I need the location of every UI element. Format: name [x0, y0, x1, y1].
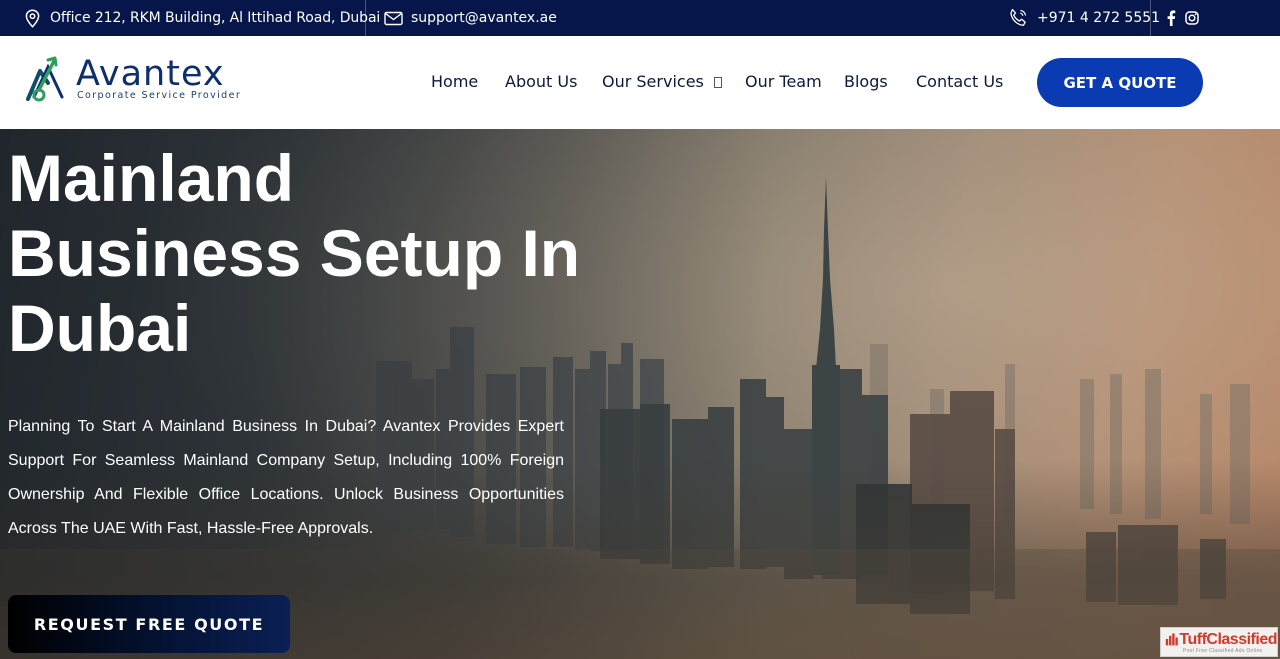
request-free-quote-button[interactable]: REQUEST FREE QUOTE	[8, 595, 290, 653]
top-contact-bar: Office 212, RKM Building, Al Ittihad Roa…	[0, 0, 1280, 36]
site-header: Avantex Corporate Service Provider Home …	[0, 36, 1280, 129]
tuffclassified-watermark[interactable]: TuffClassified Post Free Classified Ads …	[1160, 627, 1278, 657]
map-pin-icon	[24, 8, 41, 28]
hero-title-line: Business Setup In	[8, 216, 581, 290]
hero-title: Mainland Business Setup In Dubai	[8, 141, 628, 366]
hero-description: Planning To Start A Mainland Business In…	[8, 418, 564, 537]
chevron-down-icon	[713, 77, 722, 88]
envelope-icon	[384, 11, 403, 26]
hero-title-line: Dubai	[8, 291, 192, 365]
divider	[1150, 0, 1151, 36]
bar-chart-icon	[1165, 633, 1178, 646]
phone-text[interactable]: +971 4 272 5551	[1037, 10, 1160, 26]
email-link[interactable]: support@avantex.ae	[384, 0, 557, 36]
hero-section: Mainland Business Setup In Dubai Plannin…	[0, 129, 1280, 659]
phone-link[interactable]: +971 4 272 5551	[1008, 0, 1160, 36]
nav-item-about-us[interactable]: About Us	[505, 72, 577, 91]
logo-name: Avantex	[76, 54, 225, 94]
email-text[interactable]: support@avantex.ae	[411, 10, 557, 26]
nav-item-blogs[interactable]: Blogs	[844, 72, 888, 91]
nav-item-home[interactable]: Home	[431, 72, 478, 91]
nav-item-our-services[interactable]: Our Services	[602, 72, 722, 91]
address-text: Office 212, RKM Building, Al Ittihad Roa…	[50, 10, 381, 26]
phone-icon	[1008, 8, 1029, 28]
nav-item-contact-us[interactable]: Contact Us	[916, 72, 1003, 91]
divider	[365, 0, 366, 36]
nav-item-our-team[interactable]: Our Team	[745, 72, 822, 91]
watermark-tagline: Post Free Classified Ads Online	[1183, 647, 1263, 654]
facebook-icon[interactable]	[1166, 10, 1176, 26]
social-links	[1166, 0, 1208, 36]
logo-mark-icon	[26, 56, 64, 102]
nav-item-label: Our Services	[602, 72, 704, 91]
hero-title-line: Mainland	[8, 141, 295, 215]
site-logo[interactable]: Avantex Corporate Service Provider	[24, 53, 241, 109]
instagram-icon[interactable]	[1185, 11, 1199, 25]
watermark-brand: TuffClassified	[1179, 630, 1277, 648]
address-item: Office 212, RKM Building, Al Ittihad Roa…	[24, 0, 380, 36]
get-a-quote-button[interactable]: GET A QUOTE	[1037, 58, 1203, 107]
logo-tagline: Corporate Service Provider	[77, 90, 242, 101]
